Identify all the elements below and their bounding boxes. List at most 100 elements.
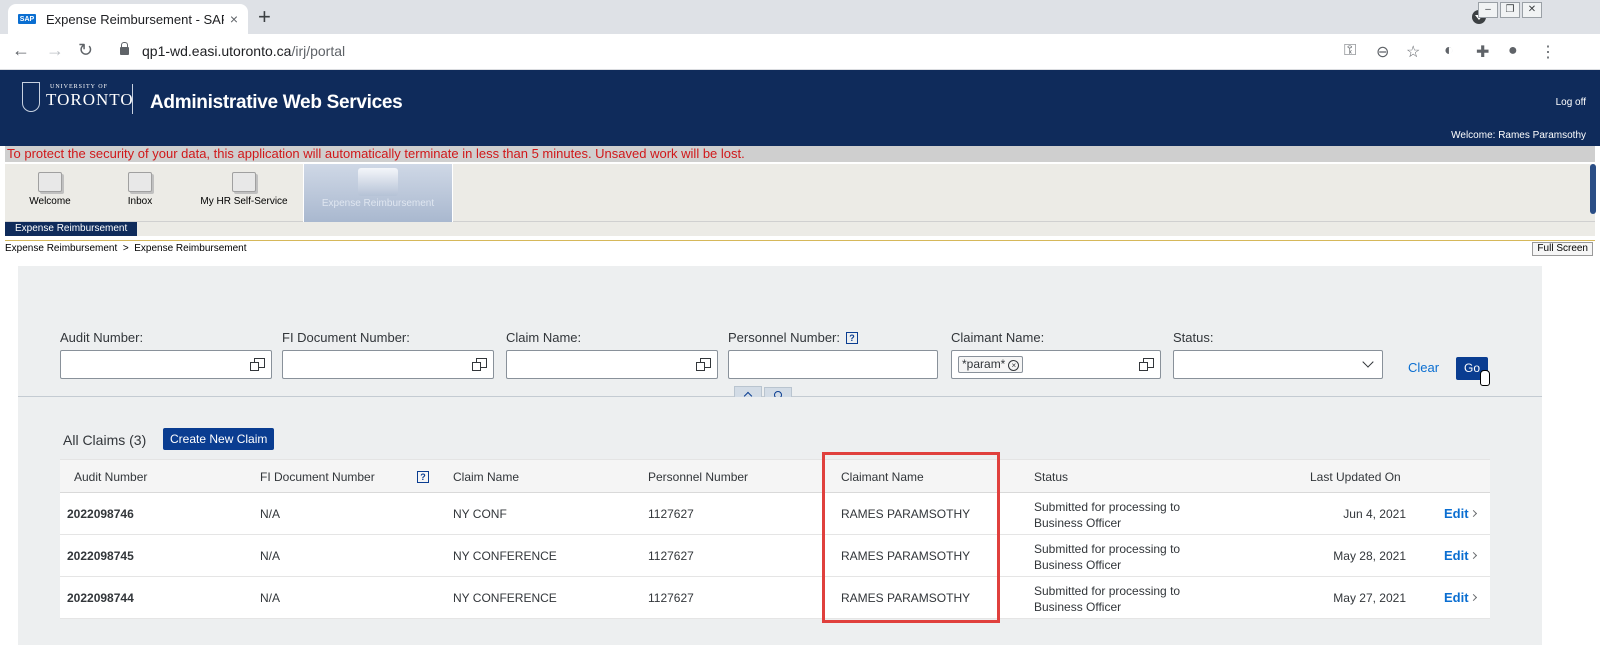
chevron-right-icon <box>1469 593 1477 602</box>
value-help-icon[interactable] <box>472 358 487 371</box>
subnav-item-expense-reimbursement[interactable]: Expense Reimbursement <box>5 222 138 236</box>
edit-link[interactable]: Edit <box>1444 590 1477 605</box>
header-personnel-number[interactable]: Personnel Number <box>648 470 748 484</box>
edit-label: Edit <box>1444 548 1469 563</box>
header-claim-name[interactable]: Claim Name <box>453 470 519 484</box>
url-host: qp1-wd.easi.utoronto.ca <box>142 43 292 59</box>
cell-audit-number: 2022098744 <box>67 591 134 605</box>
nav-item-expense-reimbursement[interactable]: Expense Reimbursement <box>303 164 453 222</box>
edit-link[interactable]: Edit <box>1444 506 1477 521</box>
menu-kebab-icon[interactable]: ⋮ <box>1540 42 1556 62</box>
cell-last-updated: May 27, 2021 <box>1333 591 1406 605</box>
cell-claim-name: NY CONF <box>453 507 507 521</box>
forward-icon[interactable]: → <box>46 40 64 61</box>
claimant-token[interactable]: *param* × <box>958 356 1024 373</box>
mouse-pointer-hand-icon <box>1480 370 1490 386</box>
nav-item-welcome[interactable]: Welcome <box>5 164 95 222</box>
restore-icon[interactable]: ❐ <box>1500 2 1520 18</box>
header-status[interactable]: Status <box>1034 470 1068 484</box>
new-tab-icon[interactable]: + <box>258 4 271 30</box>
cell-personnel-number: 1127627 <box>648 591 694 605</box>
cell-fi-document: N/A <box>260 507 281 521</box>
browser-tab[interactable]: SAP Expense Reimbursement - SAP N × <box>8 4 248 34</box>
cell-claim-name: NY CONFERENCE <box>453 549 557 563</box>
header-audit-number[interactable]: Audit Number <box>74 470 147 484</box>
fi-document-filter: FI Document Number: <box>282 330 494 379</box>
folder-icon <box>232 172 256 192</box>
table-row[interactable]: 2022098744 N/A NY CONFERENCE 1127627 RAM… <box>60 577 1490 619</box>
claimant-name-input[interactable]: *param* × <box>951 350 1161 379</box>
cell-fi-document: N/A <box>260 549 281 563</box>
sap-favicon-icon: SAP <box>18 14 36 24</box>
personnel-number-label: Personnel Number:? <box>728 330 938 350</box>
audit-number-input[interactable] <box>60 350 272 379</box>
create-new-claim-button[interactable]: Create New Claim <box>163 428 275 450</box>
back-icon[interactable]: ← <box>12 40 30 61</box>
value-help-icon[interactable] <box>1139 358 1154 371</box>
nav-item-label: Expense Reimbursement <box>321 198 435 209</box>
clear-button[interactable]: Clear <box>1408 360 1439 375</box>
header-fi-document-number[interactable]: FI Document Number <box>260 470 375 484</box>
chevron-right-icon <box>1469 551 1477 560</box>
claim-name-label: Claim Name: <box>506 330 582 345</box>
table-row[interactable]: 2022098746 N/A NY CONF 1127627 RAMES PAR… <box>60 493 1490 535</box>
personnel-number-filter: Personnel Number:? <box>728 330 938 379</box>
bookmark-star-icon[interactable]: ☆ <box>1406 42 1420 62</box>
edit-label: Edit <box>1444 590 1469 605</box>
cell-status: Submitted for processing to Business Offi… <box>1034 583 1180 615</box>
close-tab-icon[interactable]: × <box>230 11 238 27</box>
breadcrumb-text[interactable]: Expense Reimbursement > Expense Reimburs… <box>5 243 247 254</box>
zoom-icon[interactable]: ⊖ <box>1376 42 1389 62</box>
fi-document-input[interactable] <box>282 350 494 379</box>
claimant-token-text: *param* <box>962 357 1006 371</box>
edit-link[interactable]: Edit <box>1444 548 1477 563</box>
status-label: Status: <box>1173 330 1214 345</box>
top-level-navigation: Welcome Inbox My HR Self-Service Expense… <box>5 164 1595 222</box>
extensions-puzzle-icon[interactable]: ✚ <box>1476 42 1489 62</box>
cell-personnel-number: 1127627 <box>648 507 694 521</box>
status-select[interactable] <box>1173 350 1383 379</box>
header-last-updated[interactable]: Last Updated On <box>1310 470 1401 484</box>
help-icon[interactable]: ? <box>846 332 858 344</box>
remove-token-icon[interactable]: × <box>1008 360 1020 371</box>
claimant-name-filter: Claimant Name: *param* × <box>951 330 1161 379</box>
table-header: Audit Number FI Document Number ? Claim … <box>60 459 1490 493</box>
audit-number-label: Audit Number: <box>60 330 144 345</box>
reload-icon[interactable]: ↻ <box>78 40 93 61</box>
status-filter: Status: <box>1173 330 1383 379</box>
claim-name-filter: Claim Name: <box>506 330 718 379</box>
value-help-icon[interactable] <box>696 358 711 371</box>
nav-scroll-handle[interactable] <box>1590 164 1596 214</box>
welcome-text: Welcome: Rames Paramsothy <box>1451 130 1586 141</box>
help-icon[interactable]: ? <box>417 471 429 483</box>
claims-table: Audit Number FI Document Number ? Claim … <box>60 459 1490 619</box>
key-icon[interactable]: ⚿ <box>1344 42 1356 60</box>
status-line-1: Submitted for processing to <box>1034 500 1181 514</box>
status-line-2: Business Officer <box>1034 516 1122 530</box>
extension-circle-icon[interactable]: ◐ <box>1444 42 1454 60</box>
value-help-icon[interactable] <box>250 358 265 371</box>
nav-item-inbox[interactable]: Inbox <box>95 164 185 222</box>
full-screen-button[interactable]: Full Screen <box>1532 242 1593 256</box>
status-line-1: Submitted for processing to <box>1034 584 1181 598</box>
chevron-down-icon[interactable] <box>1362 356 1374 368</box>
table-row[interactable]: 2022098745 N/A NY CONFERENCE 1127627 RAM… <box>60 535 1490 577</box>
url-field[interactable]: qp1-wd.easi.utoronto.ca/irj/portal <box>142 43 345 59</box>
claim-name-input[interactable] <box>506 350 718 379</box>
nav-item-label: My HR Self-Service <box>200 196 288 207</box>
logo-big-text: TORONTO <box>46 90 134 109</box>
cell-audit-number: 2022098746 <box>67 507 134 521</box>
profile-avatar-icon[interactable]: ● <box>1508 42 1518 60</box>
logoff-link[interactable]: Log off <box>1556 97 1586 108</box>
close-window-icon[interactable]: ✕ <box>1522 2 1542 18</box>
personnel-number-label-text: Personnel Number: <box>728 330 840 345</box>
personnel-number-input[interactable] <box>728 350 938 379</box>
minimize-icon[interactable]: – <box>1478 2 1498 18</box>
tab-title: Expense Reimbursement - SAP N <box>46 11 224 27</box>
uoft-crest-icon <box>22 82 40 112</box>
status-line-2: Business Officer <box>1034 600 1122 614</box>
browser-tab-strip: SAP Expense Reimbursement - SAP N × + – … <box>0 0 1600 34</box>
nav-item-hr-self-service[interactable]: My HR Self-Service <box>185 164 303 222</box>
filter-bar: Audit Number: FI Document Number: Claim … <box>18 266 1542 397</box>
lock-icon[interactable] <box>120 42 129 55</box>
